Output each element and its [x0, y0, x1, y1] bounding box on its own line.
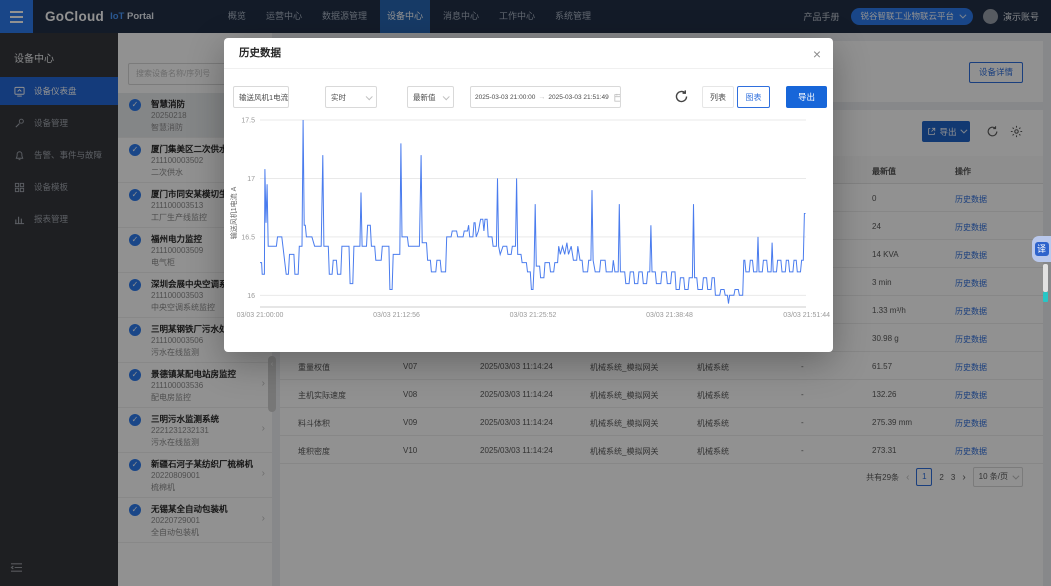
history-line-chart: 16 16.5 17 17.5 输送风机1电流 A 03/03 21:00:00 03/… — [224, 112, 833, 352]
arrow-right-icon: → — [538, 94, 545, 101]
view-list-toggle[interactable]: 列表 — [702, 86, 734, 108]
y-axis-title: 输送风机1电流 A — [229, 186, 238, 239]
close-icon[interactable]: × — [813, 42, 821, 66]
svg-text:03/03 21:38:48: 03/03 21:38:48 — [646, 312, 693, 319]
date-range-picker[interactable]: 2025-03-03 21:00:00→2025-03-03 21:51:49 — [470, 86, 621, 108]
svg-text:03/03 21:00:00: 03/03 21:00:00 — [237, 312, 284, 319]
chevron-down-icon — [366, 93, 373, 100]
view-chart-toggle[interactable]: 图表 — [737, 86, 770, 108]
chevron-down-icon — [288, 93, 289, 100]
mode-select[interactable]: 实时 — [325, 86, 377, 108]
refresh-icon[interactable] — [674, 89, 689, 104]
scrollbar-marker — [1043, 292, 1048, 302]
modal-header: 历史数据 × — [224, 38, 833, 69]
svg-text:16.5: 16.5 — [241, 234, 255, 241]
svg-text:17.5: 17.5 — [241, 118, 255, 125]
svg-text:03/03 21:25:52: 03/03 21:25:52 — [510, 312, 557, 319]
calendar-icon — [614, 93, 621, 102]
svg-text:17: 17 — [247, 176, 255, 183]
svg-text:03/03 21:51:44: 03/03 21:51:44 — [783, 312, 830, 319]
svg-text:03/03 21:12:56: 03/03 21:12:56 — [373, 312, 420, 319]
modal-export-button[interactable]: 导出 — [786, 86, 827, 108]
translate-extension-tab[interactable]: 译 — [1032, 236, 1051, 262]
translate-icon: 译 — [1035, 242, 1049, 256]
chevron-down-icon — [443, 93, 450, 100]
history-data-modal: 历史数据 × 输送风机1电流 实时 最新值 2025-03-03 21:00:0… — [224, 38, 833, 352]
scrollbar-thumb[interactable] — [1043, 264, 1048, 292]
metric-select[interactable]: 输送风机1电流 — [233, 86, 289, 108]
aggregation-select[interactable]: 最新值 — [407, 86, 454, 108]
svg-text:16: 16 — [247, 293, 255, 300]
modal-title: 历史数据 — [239, 47, 281, 59]
